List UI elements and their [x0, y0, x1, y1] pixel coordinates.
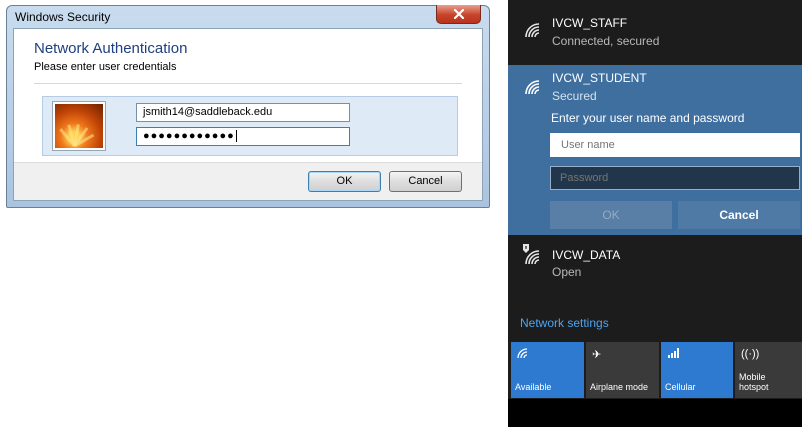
text-caret	[235, 130, 237, 143]
dialog-titlebar[interactable]: Windows Security	[7, 5, 489, 28]
tile-label: Mobile hotspot	[739, 372, 769, 392]
password-field[interactable]: ●●●●●●●●●●●●	[136, 127, 350, 146]
credential-tile: jsmith14@saddleback.edu ●●●●●●●●●●●●	[42, 96, 458, 156]
password-input[interactable]	[550, 166, 800, 190]
password-mask: ●●●●●●●●●●●●	[143, 130, 235, 142]
tile-label: Airplane mode	[590, 382, 649, 392]
network-item-ivcw-data[interactable]: IVCW_DATA Open	[508, 236, 802, 296]
network-name: IVCW_DATA	[552, 248, 621, 262]
network-status: Open	[552, 265, 582, 279]
network-settings-link[interactable]: Network settings	[520, 316, 609, 330]
dialog-subheading: Please enter user credentials	[34, 61, 177, 73]
network-item-ivcw-staff[interactable]: IVCW_STAFF Connected, secured	[508, 0, 802, 64]
divider	[34, 83, 462, 84]
tile-label: Available	[515, 382, 552, 392]
network-item-ivcw-student[interactable]: IVCW_STUDENT Secured Enter your user nam…	[508, 65, 802, 235]
dialog-title: Windows Security	[15, 10, 111, 24]
tile-label: Cellular	[665, 382, 696, 392]
quick-action-cellular[interactable]: Cellular	[661, 342, 733, 398]
wifi-open-warning-icon	[523, 244, 540, 265]
username-field[interactable]: jsmith14@saddleback.edu	[136, 103, 350, 122]
wifi-icon	[517, 348, 528, 359]
close-icon	[453, 9, 465, 19]
network-status: Connected, secured	[552, 34, 660, 48]
network-name: IVCW_STAFF	[552, 16, 628, 30]
dialog-body: Network Authentication Please enter user…	[13, 28, 483, 201]
user-avatar	[53, 102, 105, 150]
cancel-button[interactable]: Cancel	[389, 171, 462, 192]
username-value: jsmith14@saddleback.edu	[143, 106, 273, 118]
network-name: IVCW_STUDENT	[552, 71, 647, 85]
ok-button[interactable]: OK	[308, 171, 381, 192]
taskbar-strip	[508, 399, 802, 427]
airplane-icon: ✈	[592, 349, 602, 361]
windows-security-dialog: Windows Security Network Authentication …	[6, 5, 490, 208]
dialog-heading: Network Authentication	[34, 40, 188, 57]
dialog-footer: OK Cancel	[14, 162, 482, 200]
wifi-secured-icon	[525, 80, 540, 95]
quick-action-wifi[interactable]: Available	[511, 342, 584, 398]
quick-action-mobile-hotspot[interactable]: ((·)) Mobile hotspot	[735, 342, 802, 398]
credential-prompt: Enter your user name and password	[551, 111, 745, 125]
hotspot-icon: ((·))	[741, 348, 760, 360]
close-button[interactable]	[436, 5, 481, 24]
cellular-icon	[668, 348, 679, 358]
connect-cancel-button[interactable]: Cancel	[678, 201, 800, 229]
connect-ok-button[interactable]: OK	[550, 201, 672, 229]
network-flyout: IVCW_STAFF Connected, secured IVCW_STUDE…	[508, 0, 802, 427]
username-input[interactable]	[550, 133, 800, 157]
quick-action-airplane-mode[interactable]: ✈ Airplane mode	[586, 342, 659, 398]
network-status: Secured	[552, 89, 597, 103]
wifi-secured-icon	[525, 23, 540, 38]
